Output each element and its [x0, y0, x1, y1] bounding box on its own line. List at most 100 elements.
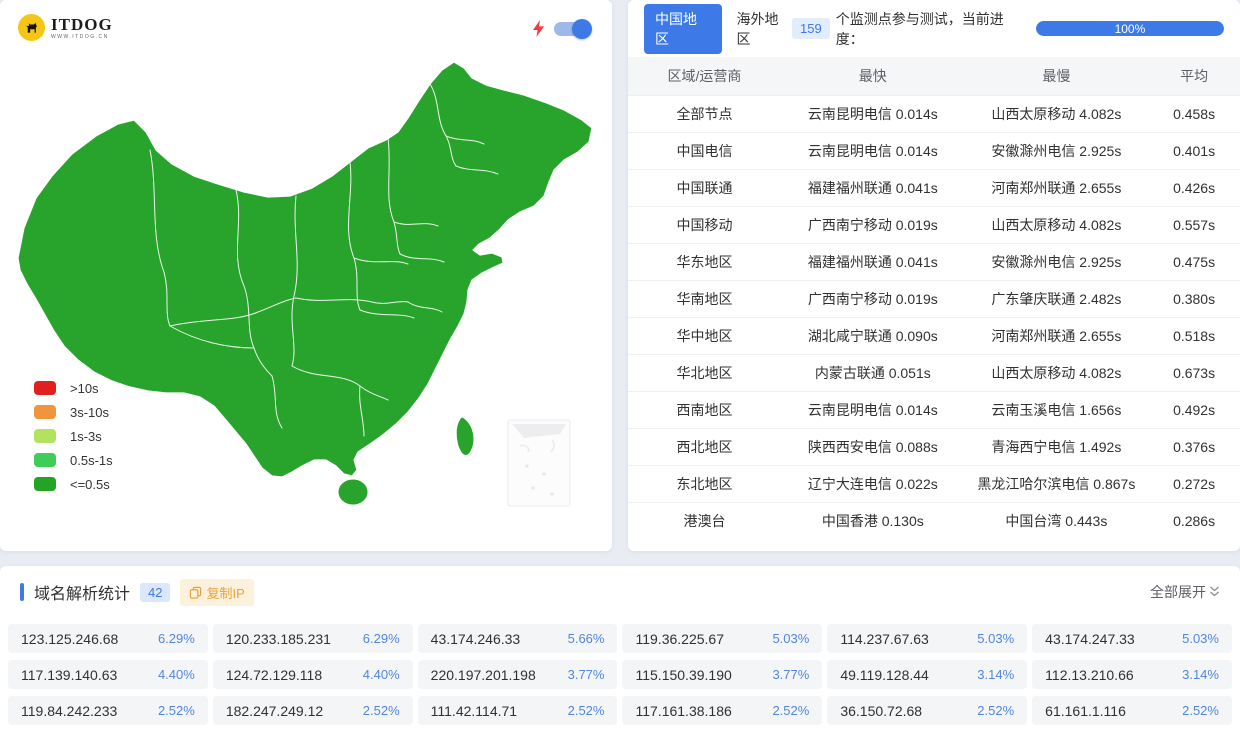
table-row: 华东地区福建福州联通 0.041s安徽滁州电信 2.925s0.475s [628, 243, 1240, 280]
col-header-region: 区域/运营商 [628, 57, 781, 95]
south-china-sea-inset [508, 420, 570, 506]
legend-item: 3s-10s [34, 405, 113, 419]
ip-percentage: 4.40% [158, 667, 195, 682]
cell-average: 0.376s [1148, 428, 1240, 465]
cell-region: 西南地区 [628, 391, 781, 428]
cell-region: 中国移动 [628, 206, 781, 243]
ip-percentage: 2.52% [772, 703, 809, 718]
cell-fastest: 福建福州联通 0.041s [781, 243, 965, 280]
cell-region: 华中地区 [628, 317, 781, 354]
legend-item: 1s-3s [34, 429, 113, 443]
cell-fastest: 广西南宁移动 0.019s [781, 206, 965, 243]
legend-label: 1s-3s [70, 429, 102, 444]
legend-label: >10s [70, 381, 99, 396]
tab-overseas-region[interactable]: 海外地区 [737, 9, 793, 49]
toggle-knob [572, 19, 592, 39]
ip-entry: 120.233.185.231 6.29% [213, 624, 413, 653]
expand-all-label: 全部展开 [1150, 582, 1206, 602]
cell-slowest: 河南郑州联通 2.655s [965, 169, 1149, 206]
cell-average: 0.380s [1148, 280, 1240, 317]
cell-region: 东北地区 [628, 465, 781, 502]
brand-url: WWW.ITDOG.CN [51, 35, 113, 40]
progress-bar: 100% [1036, 21, 1224, 36]
table-row: 西北地区陕西西安电信 0.088s青海西宁电信 1.492s0.376s [628, 428, 1240, 465]
ip-address: 117.139.140.63 [21, 667, 117, 683]
brand-name: ITDOG [51, 16, 113, 33]
monitor-label: 个监测点参与测试，当前进度： [836, 9, 1030, 49]
cell-average: 0.475s [1148, 243, 1240, 280]
hainan-island [338, 479, 368, 505]
table-row: 中国联通福建福州联通 0.041s河南郑州联通 2.655s0.426s [628, 169, 1240, 206]
ip-address: 115.150.39.190 [635, 667, 731, 683]
copy-icon [189, 586, 202, 599]
ip-address: 182.247.249.12 [226, 703, 323, 719]
ip-percentage: 3.77% [568, 667, 605, 682]
logo[interactable]: ITDOG WWW.ITDOG.CN [18, 14, 113, 41]
ip-entry: 119.84.242.2332.52% [8, 696, 208, 725]
copy-ip-button[interactable]: 复制IP [180, 579, 253, 606]
ip-address: 119.36.225.67 [635, 631, 724, 647]
ip-entry: 123.125.246.686.29% [8, 624, 208, 653]
speed-mode-toggle[interactable] [554, 22, 590, 36]
ip-percentage: 2.52% [158, 703, 195, 718]
progress-value: 100% [1115, 22, 1146, 36]
ip-entry: 43.174.247.335.03% [1032, 624, 1232, 653]
ip-address: 120.233.185.231 [226, 631, 331, 647]
cell-region: 华东地区 [628, 243, 781, 280]
ip-percentage: 6.29% [363, 631, 400, 646]
ip-entry: 49.119.128.443.14% [827, 660, 1027, 689]
taiwan-island [456, 417, 474, 455]
ip-address: 124.72.129.118 [226, 667, 322, 683]
cell-slowest: 云南玉溪电信 1.656s [965, 391, 1149, 428]
cell-average: 0.673s [1148, 354, 1240, 391]
double-chevron-down-icon [1209, 586, 1220, 598]
cell-average: 0.401s [1148, 132, 1240, 169]
table-row: 全部节点云南昆明电信 0.014s山西太原移动 4.082s0.458s [628, 95, 1240, 132]
ip-entry: 111.42.114.712.52% [418, 696, 618, 725]
cell-fastest: 福建福州联通 0.041s [781, 169, 965, 206]
table-row: 中国移动广西南宁移动 0.019s山西太原移动 4.082s0.557s [628, 206, 1240, 243]
cell-slowest: 安徽滁州电信 2.925s [965, 132, 1149, 169]
ip-percentage: 3.14% [1182, 667, 1219, 682]
ip-address: 114.237.67.63 [840, 631, 929, 647]
tab-china-region[interactable]: 中国地区 [644, 4, 722, 54]
ip-percentage: 3.77% [772, 667, 809, 682]
legend-swatch [34, 381, 56, 395]
ip-entry: 119.36.225.67 5.03% [622, 624, 822, 653]
col-header-average: 平均 [1148, 57, 1240, 95]
cell-slowest: 安徽滁州电信 2.925s [965, 243, 1149, 280]
ip-address: 220.197.201.198 [431, 667, 536, 683]
cell-slowest: 山西太原移动 4.082s [965, 354, 1149, 391]
ip-percentage: 2.52% [363, 703, 400, 718]
cell-region: 中国电信 [628, 132, 781, 169]
ip-entry: 115.150.39.190 3.77% [622, 660, 822, 689]
ip-percentage: 5.03% [772, 631, 809, 646]
table-row: 西南地区云南昆明电信 0.014s云南玉溪电信 1.656s0.492s [628, 391, 1240, 428]
cell-slowest: 青海西宁电信 1.492s [965, 428, 1149, 465]
cell-region: 华北地区 [628, 354, 781, 391]
dns-section-title: 域名解析统计 [34, 580, 130, 604]
ip-percentage: 5.66% [568, 631, 605, 646]
ip-address: 36.150.72.68 [840, 703, 922, 719]
ip-entry: 117.139.140.63 4.40% [8, 660, 208, 689]
cell-slowest: 广东肇庆联通 2.482s [965, 280, 1149, 317]
dns-header: 域名解析统计 42 复制IP 全部展开 [0, 566, 1240, 618]
cell-slowest: 黑龙江哈尔滨电信 0.867s [965, 465, 1149, 502]
ip-entry: 43.174.246.335.66% [418, 624, 618, 653]
results-panel: 中国地区 海外地区 159 个监测点参与测试，当前进度： 100% 区域/运营商… [628, 0, 1240, 551]
cell-fastest: 内蒙古联通 0.051s [781, 354, 965, 391]
cell-average: 0.518s [1148, 317, 1240, 354]
cell-region: 西北地区 [628, 428, 781, 465]
ip-address: 123.125.246.68 [21, 631, 118, 647]
ip-entry: 114.237.67.635.03% [827, 624, 1027, 653]
legend-item: >10s [34, 381, 113, 395]
results-table: 区域/运营商 最快 最慢 平均 全部节点云南昆明电信 0.014s山西太原移动 … [628, 57, 1240, 539]
expand-all-button[interactable]: 全部展开 [1150, 582, 1220, 602]
table-row: 中国电信云南昆明电信 0.014s安徽滁州电信 2.925s0.401s [628, 132, 1240, 169]
cell-average: 0.458s [1148, 95, 1240, 132]
cell-fastest: 中国香港 0.130s [781, 502, 965, 539]
cell-slowest: 山西太原移动 4.082s [965, 206, 1149, 243]
cell-fastest: 湖北咸宁联通 0.090s [781, 317, 965, 354]
monitor-count-badge: 159 [792, 18, 830, 39]
cell-region: 中国联通 [628, 169, 781, 206]
